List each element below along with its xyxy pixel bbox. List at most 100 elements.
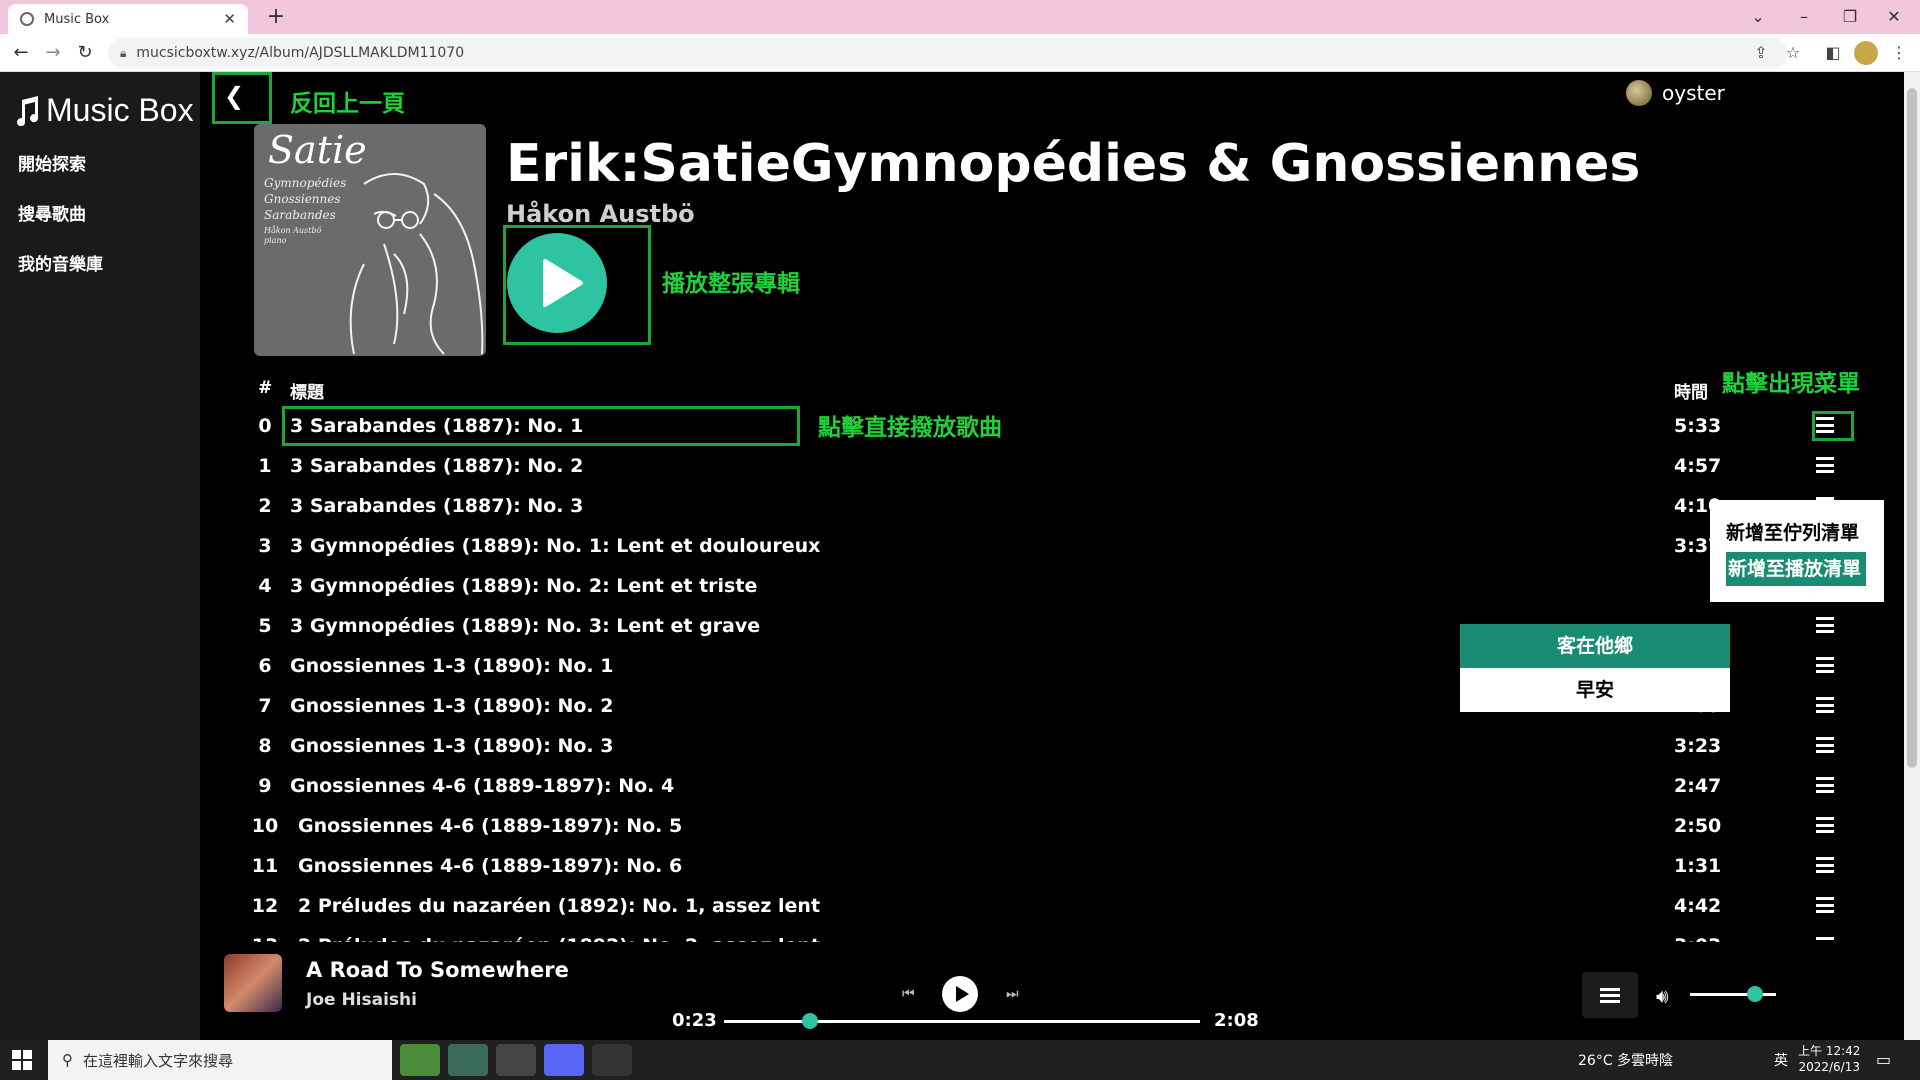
- weather-widget[interactable]: 26°C 多雲時陰: [1578, 1050, 1673, 1070]
- forward-arrow-icon[interactable]: →: [40, 40, 66, 66]
- photos-icon[interactable]: [592, 1044, 632, 1076]
- track-number: 11: [251, 855, 279, 877]
- track-duration: 3:23: [1674, 735, 1722, 757]
- track-row[interactable]: 3 3 Gymnopédies (1889): No. 1: Lent et do…: [250, 526, 1850, 566]
- track-context-menu: 新增至佇列清單 新增至播放清單: [1710, 500, 1884, 602]
- track-menu-icon[interactable]: [1816, 777, 1834, 793]
- play-pause-button[interactable]: [942, 976, 978, 1012]
- skip-previous-icon[interactable]: ⏮: [902, 986, 915, 1002]
- track-menu-icon[interactable]: [1816, 697, 1834, 713]
- tab-title: Music Box: [44, 11, 110, 27]
- tab-search-chevron-icon[interactable]: ⌄: [1738, 4, 1778, 30]
- music-app: Music Box 開始探索 搜尋歌曲 我的音樂庫 ❮ 反回上一頁 oyster…: [0, 72, 1904, 1040]
- track-menu-icon[interactable]: [1816, 857, 1834, 873]
- profile-avatar[interactable]: [1854, 41, 1878, 65]
- track-menu-icon[interactable]: [1816, 737, 1834, 753]
- track-number: 12: [251, 895, 279, 917]
- minimize-button[interactable]: –: [1784, 4, 1824, 30]
- volume-slider[interactable]: [1690, 993, 1776, 996]
- playlist-item[interactable]: 早安: [1460, 668, 1730, 712]
- track-title[interactable]: 3 Gymnopédies (1889): No. 3: Lent et gra…: [290, 606, 760, 646]
- track-number: 6: [258, 655, 272, 677]
- track-title[interactable]: 2 Préludes du nazaréen (1892): No. 1, as…: [298, 886, 820, 926]
- current-time: 0:23: [672, 1010, 717, 1031]
- new-tab-button[interactable]: +: [262, 4, 290, 32]
- globe-icon: [20, 12, 34, 26]
- share-icon[interactable]: ⇪: [1748, 40, 1774, 66]
- restore-button[interactable]: ❐: [1830, 4, 1870, 30]
- notification-icon[interactable]: ▭: [1876, 1050, 1891, 1069]
- track-number: 9: [258, 775, 272, 797]
- track-row[interactable]: 9 Gnossiennes 4-6 (1889-1897): No. 4 2:47: [250, 766, 1850, 806]
- now-playing-artwork: [224, 954, 282, 1012]
- close-icon[interactable]: ✕: [223, 10, 236, 28]
- track-menu-icon[interactable]: [1816, 617, 1834, 633]
- track-row[interactable]: 8 Gnossiennes 1-3 (1890): No. 3 3:23: [250, 726, 1850, 766]
- track-duration: 1:31: [1674, 855, 1722, 877]
- track-row[interactable]: 1 3 Sarabandes (1887): No. 2 4:57: [250, 446, 1850, 486]
- track-title[interactable]: Gnossiennes 1-3 (1890): No. 2: [290, 686, 613, 726]
- menu-item-add-to-queue[interactable]: 新增至佇列清單: [1726, 518, 1859, 545]
- back-arrow-icon[interactable]: ←: [8, 40, 34, 66]
- progress-bar[interactable]: [724, 1020, 1200, 1023]
- player-bar: [200, 942, 1904, 1040]
- taskbar-search[interactable]: ⚲ 在這裡輸入文字來搜尋: [48, 1040, 392, 1080]
- track-duration: 5:33: [1674, 415, 1722, 437]
- system-clock[interactable]: 上午 12:42 2022/6/13: [1798, 1043, 1860, 1075]
- track-menu-icon[interactable]: [1816, 897, 1834, 913]
- close-window-button[interactable]: ✕: [1874, 4, 1914, 30]
- track-row[interactable]: 12 2 Préludes du nazaréen (1892): No. 1, …: [250, 886, 1850, 926]
- scrollbar-thumb[interactable]: [1907, 88, 1917, 768]
- track-row[interactable]: 23 Sarabandes (1887): No. 3 4:10: [250, 486, 1850, 526]
- track-title[interactable]: Gnossiennes 1-3 (1890): No. 1: [290, 646, 613, 686]
- clock-time: 上午 12:42: [1798, 1044, 1861, 1058]
- track-number: 2: [258, 495, 272, 517]
- track-number: 0: [258, 415, 272, 437]
- playlist-submenu: 客在他鄉 早安: [1460, 624, 1730, 712]
- track-number: 10: [251, 815, 279, 837]
- track-number: 3: [258, 535, 272, 557]
- star-icon[interactable]: ☆: [1780, 40, 1806, 66]
- browser-toolbar: ← → ↻ 🔒︎ mucsicboxtw.xyz/Album/AJDSLLMAK…: [0, 34, 1920, 72]
- side-panel-icon[interactable]: ◧: [1820, 40, 1846, 66]
- annotation-click-row: 點擊直接撥放歌曲: [818, 415, 1002, 441]
- chrome-icon[interactable]: [496, 1044, 536, 1076]
- chrome-icon[interactable]: [400, 1044, 440, 1076]
- progress-knob[interactable]: [801, 1013, 818, 1029]
- track-row[interactable]: 4 3 Gymnopédies (1889): No. 2: Lent et tr…: [250, 566, 1850, 606]
- track-title[interactable]: Gnossiennes 1-3 (1890): No. 3: [290, 726, 613, 766]
- browser-tab[interactable]: Music Box ✕: [8, 4, 248, 34]
- volume-knob[interactable]: [1746, 986, 1763, 1002]
- track-menu-icon[interactable]: [1816, 457, 1834, 473]
- track-title[interactable]: Gnossiennes 4-6 (1889-1897): No. 6: [298, 846, 682, 886]
- skip-next-icon[interactable]: ⏭: [1006, 986, 1019, 1002]
- playlist-item[interactable]: 客在他鄉: [1460, 624, 1730, 668]
- track-row[interactable]: 11 Gnossiennes 4-6 (1889-1897): No. 6 1:31: [250, 846, 1850, 886]
- reload-icon[interactable]: ↻: [72, 40, 98, 66]
- now-playing-title: A Road To Somewhere: [306, 958, 569, 982]
- track-menu-icon[interactable]: [1816, 817, 1834, 833]
- track-row[interactable]: 10 Gnossiennes 4-6 (1889-1897): No. 5 2:50: [250, 806, 1850, 846]
- taskbar: ⚲ 在這裡輸入文字來搜尋 26°C 多雲時陰 英 上午 12:42 2022/6…: [0, 1040, 1920, 1080]
- browser-tab-strip: Music Box ✕ + ⌄ – ❐ ✕: [0, 0, 1920, 34]
- chrome-icon[interactable]: [448, 1044, 488, 1076]
- track-duration: 2:50: [1674, 815, 1722, 837]
- discord-icon[interactable]: [544, 1044, 584, 1076]
- windows-start-icon[interactable]: [12, 1050, 32, 1070]
- address-bar[interactable]: 🔒︎ mucsicboxtw.xyz/Album/AJDSLLMAKLDM110…: [108, 38, 1788, 68]
- track-title[interactable]: 3 Gymnopédies (1889): No. 1: Lent et dou…: [290, 526, 820, 566]
- queue-button[interactable]: [1582, 972, 1638, 1018]
- track-menu-icon[interactable]: [1816, 657, 1834, 673]
- track-title[interactable]: 3 Sarabandes (1887): No. 2: [290, 446, 583, 486]
- volume-icon[interactable]: 🔊︎: [1656, 984, 1669, 1008]
- track-title[interactable]: 3 Sarabandes (1887): No. 3: [290, 486, 583, 526]
- menu-item-add-to-playlist[interactable]: 新增至播放清單: [1726, 552, 1866, 586]
- track-title[interactable]: Gnossiennes 4-6 (1889-1897): No. 4: [290, 766, 674, 806]
- input-method-indicator[interactable]: 英: [1774, 1050, 1788, 1070]
- more-menu-icon[interactable]: ⋮: [1886, 40, 1912, 66]
- annotation-box-row: [282, 406, 800, 446]
- track-title[interactable]: Gnossiennes 4-6 (1889-1897): No. 5: [298, 806, 682, 846]
- clock-date: 2022/6/13: [1798, 1060, 1860, 1074]
- track-title[interactable]: 3 Gymnopédies (1889): No. 2: Lent et tri…: [290, 566, 757, 606]
- track-duration: 2:47: [1674, 775, 1722, 797]
